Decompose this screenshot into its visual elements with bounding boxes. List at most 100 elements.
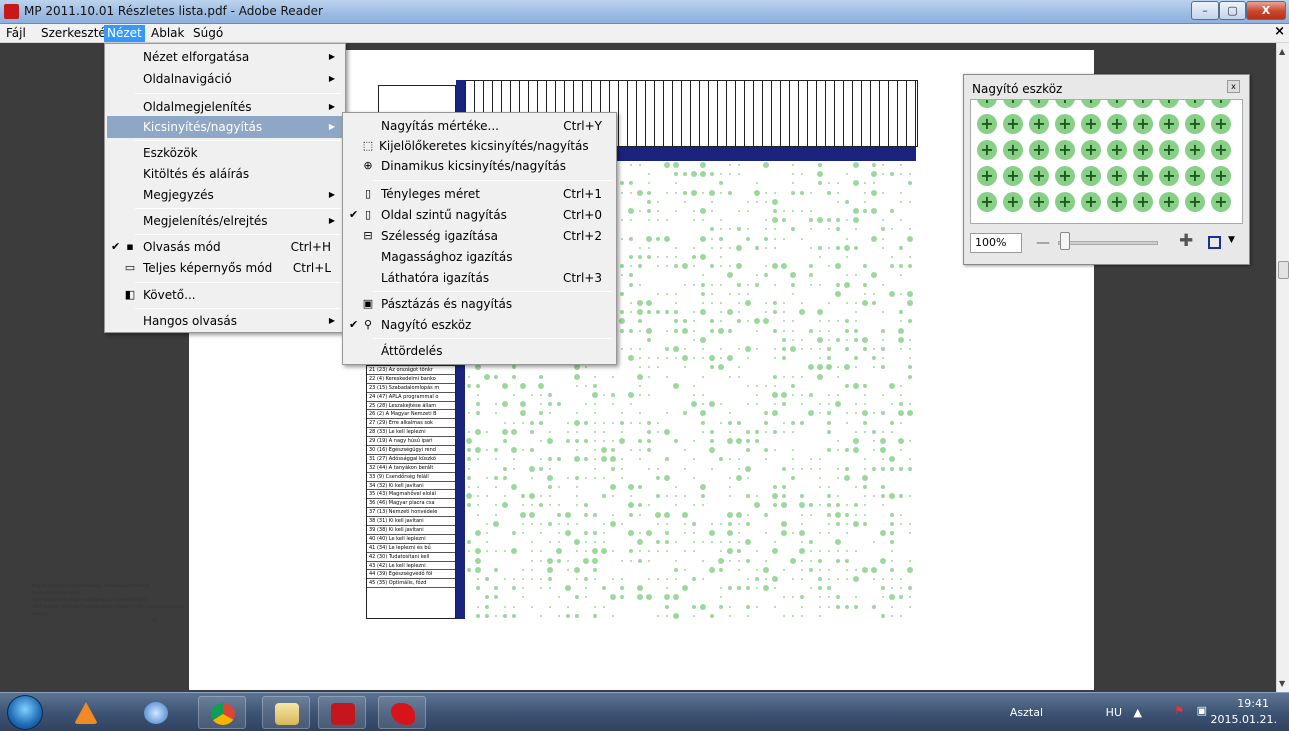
menu-item-fit-visible[interactable]: Láthatóra igazítás Ctrl+3 (345, 267, 614, 289)
matrix-dot (674, 439, 678, 443)
matrix-dot (873, 182, 875, 185)
menu-item-marquee-zoom[interactable]: ⬚ Kijelölőkeretes kicsinyítés/nagyítás (345, 135, 614, 157)
matrix-dot (827, 503, 831, 508)
matrix-dot (700, 254, 706, 260)
matrix-dot (657, 292, 659, 295)
matrix-dot (467, 457, 471, 462)
matrix-dot (864, 430, 866, 433)
taskbar-vlc[interactable] (62, 696, 110, 729)
menu-item-fit-height[interactable]: Magassághoz igazítás (345, 246, 614, 268)
matrix-dot (791, 383, 795, 388)
menu-item-fill-sign[interactable]: Kitöltés és aláírás (107, 163, 343, 185)
taskbar-paint[interactable] (378, 696, 426, 729)
matrix-dot (854, 328, 858, 333)
matrix-dot (666, 578, 668, 580)
taskbar-explorer[interactable] (262, 696, 310, 729)
matrix-dot (783, 302, 785, 304)
zoom-out-icon[interactable]: — (1036, 235, 1050, 251)
matrix-dot (646, 235, 652, 242)
loupe-close-button[interactable]: x (1227, 80, 1240, 93)
menu-item-pan-zoom[interactable]: ▣ Pásztázás és nagyítás (345, 293, 614, 315)
menu-item-tools[interactable]: Eszközök (107, 142, 343, 164)
menu-item-reading-mode[interactable]: ✔ ▪ Olvasás mód Ctrl+H (107, 236, 343, 258)
chevron-down-icon[interactable]: ▼ (1228, 235, 1235, 245)
matrix-dot (664, 162, 670, 168)
matrix-dot (873, 366, 875, 369)
scroll-up-icon[interactable]: ▲ (1279, 47, 1285, 56)
matrix-dot (702, 302, 704, 304)
zoom-in-icon[interactable]: ✚ (1179, 231, 1193, 251)
taskbar-browser[interactable] (132, 696, 180, 729)
submenu-arrow-icon: ▶ (328, 190, 335, 199)
menu-item-actual-size[interactable]: ▯ Tényleges méret Ctrl+1 (345, 183, 614, 205)
menu-item-page-navigation[interactable]: Oldalnavigáció ▶ (107, 68, 343, 90)
matrix-dot (827, 190, 831, 195)
menu-item-reflow[interactable]: Áttördelés (345, 340, 614, 362)
matrix-dot (746, 604, 750, 609)
taskbar-adobe-reader[interactable] (318, 696, 366, 729)
menu-file[interactable]: Fájl (3, 25, 29, 42)
menu-item-label: Kijelölőkeretes kicsinyítés/nagyítás (379, 139, 589, 153)
taskbar-chrome[interactable] (198, 696, 246, 729)
matrix-dot (782, 485, 786, 489)
matrix-dot (594, 449, 596, 452)
matrix-dot (828, 338, 830, 341)
scroll-down-icon[interactable]: ▼ (1279, 679, 1285, 688)
clock-date[interactable]: 2015.01.21. (1211, 713, 1277, 726)
menu-view[interactable]: Nézet (104, 25, 145, 42)
matrix-dot (836, 245, 840, 250)
matrix-dot (909, 440, 911, 442)
loupe-rectangle-color-icon[interactable] (1208, 236, 1221, 249)
menu-item-rotate-view[interactable]: Nézet elforgatása ▶ (107, 46, 343, 68)
language-indicator[interactable]: HU (1106, 706, 1122, 719)
matrix-dot (765, 532, 767, 534)
minimize-button[interactable]: – (1191, 1, 1219, 20)
menu-item-fit-width[interactable]: ⊟ Szélesség igazítása Ctrl+2 (345, 225, 614, 247)
desktop-toolbar-label[interactable]: Asztal (1010, 706, 1043, 719)
show-hidden-icons-icon[interactable]: ▲ (1134, 706, 1142, 719)
matrix-dot (522, 532, 524, 534)
maximize-button[interactable]: ▢ (1219, 1, 1246, 20)
matrix-dot (610, 456, 616, 463)
loupe-zoom-input[interactable]: 100% (970, 233, 1022, 253)
menu-item-read-aloud[interactable]: Hangos olvasás ▶ (107, 310, 343, 332)
menu-item-fullscreen[interactable]: ▭ Teljes képernyős mód Ctrl+L (107, 257, 343, 279)
matrix-dot (738, 532, 740, 534)
clock-time[interactable]: 19:41 (1237, 697, 1269, 710)
loupe-slider-thumb[interactable] (1060, 232, 1070, 250)
matrix-dot (729, 292, 731, 295)
matrix-dot (799, 309, 805, 316)
matrix-dot (467, 383, 471, 388)
menu-window[interactable]: Ablak (148, 25, 187, 42)
matrix-dot (657, 522, 659, 525)
menu-item-tracker[interactable]: ◧ Követő... (107, 284, 343, 306)
matrix-dot (486, 550, 488, 553)
matrix-dot (702, 430, 704, 433)
menu-item-zoom-to[interactable]: Nagyítás mértéke... Ctrl+Y (345, 115, 614, 137)
menu-item-comment[interactable]: Megjegyzés ▶ (107, 184, 343, 206)
action-center-icon[interactable]: ⚑ (1174, 704, 1184, 717)
vertical-scrollbar[interactable]: ▲ ▼ (1276, 43, 1289, 692)
matrix-dot (846, 421, 848, 424)
matrix-dot (801, 210, 803, 212)
menu-help[interactable]: Súgó (190, 25, 226, 42)
close-button[interactable]: X (1246, 1, 1286, 20)
menu-item-dynamic-zoom[interactable]: ⊕ Dinamikus kicsinyítés/nagyítás (345, 155, 614, 177)
start-button[interactable] (7, 695, 43, 730)
loupe-zoom-slider[interactable] (1058, 241, 1158, 245)
menu-item-show-hide[interactable]: Megjelenítés/elrejtés ▶ (107, 210, 343, 232)
menu-item-page-display[interactable]: Oldalmegjelenítés ▶ (107, 96, 343, 118)
matrix-dot (791, 190, 795, 195)
matrix-dot (468, 550, 470, 553)
matrix-dot (882, 596, 884, 599)
matrix-dot (774, 283, 776, 286)
matrix-dot (691, 189, 697, 196)
matrix-dot (476, 402, 480, 407)
menu-item-loupe[interactable]: ✔ ⚲ Nagyító eszköz (345, 314, 614, 336)
network-icon[interactable]: ▣ (1197, 704, 1207, 717)
menu-item-zoom-to-page[interactable]: ✔ ▯ Oldal szintű nagyítás Ctrl+0 (345, 204, 614, 226)
menu-item-zoom[interactable]: Kicsinyítés/nagyítás ▶ (107, 116, 343, 138)
matrix-dot (477, 513, 479, 516)
close-document-icon[interactable]: × (1274, 24, 1285, 39)
scroll-thumb[interactable] (1278, 261, 1289, 279)
